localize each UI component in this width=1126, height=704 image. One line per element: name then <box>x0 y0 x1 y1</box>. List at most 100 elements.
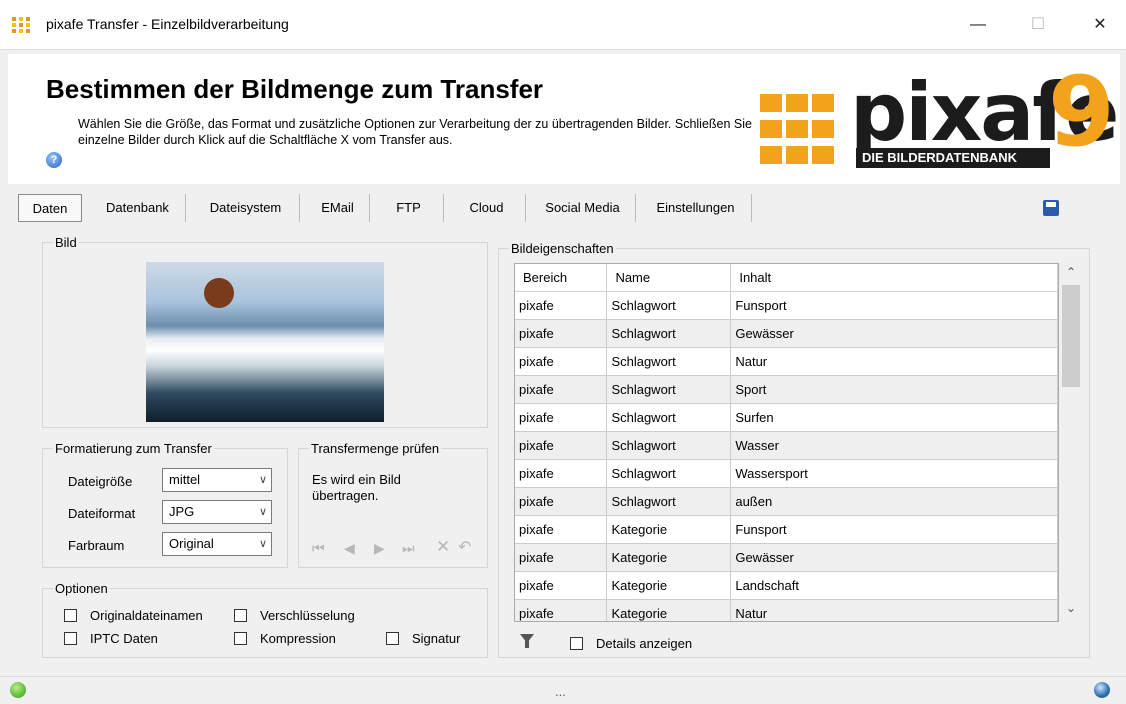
undo-icon[interactable]: ↶ <box>458 537 471 557</box>
kompression-checkbox[interactable] <box>234 632 247 645</box>
cell-inhalt: Wassersport <box>730 459 1058 488</box>
page-description: Wählen Sie die Größe, das Format und zus… <box>78 117 752 147</box>
dateigroesse-label: Dateigröße <box>68 474 133 489</box>
table-scrollbar[interactable]: ⌃ ⌄ <box>1059 263 1083 622</box>
column-header-name[interactable]: Name <box>606 264 732 292</box>
last-icon[interactable]: ⏭ <box>402 540 415 557</box>
table-row[interactable]: pixafe Kategorie Gewässer <box>515 543 1058 572</box>
dateigroesse-select[interactable]: mittel ∨ <box>162 468 272 492</box>
tab-dateisystem[interactable]: Dateisystem <box>192 194 300 222</box>
logo-squares-icon <box>760 94 860 164</box>
table-header-row: Bereich Name Inhalt <box>515 264 1058 292</box>
cell-inhalt: Sport <box>730 375 1058 404</box>
cell-bereich: pixafe <box>515 515 608 544</box>
tab-daten[interactable]: Daten <box>18 194 82 222</box>
page-title: Bestimmen der Bildmenge zum Transfer <box>46 74 544 104</box>
dateiformat-label: Dateiformat <box>68 506 136 521</box>
properties-table[interactable]: Bereich Name Inhalt pixafe Schlagwort Funs… <box>514 263 1059 622</box>
save-icon[interactable] <box>1043 200 1059 216</box>
maximize-button[interactable]: ☐ <box>1018 10 1058 40</box>
cell-inhalt: Funsport <box>730 291 1058 320</box>
column-header-bereich[interactable]: Bereich <box>515 264 608 292</box>
table-row[interactable]: pixafe Schlagwort außen <box>515 487 1058 516</box>
status-ok-icon <box>10 682 26 698</box>
status-text: ... <box>555 684 566 699</box>
scroll-thumb[interactable] <box>1062 285 1080 387</box>
farbraum-value: Original <box>169 536 214 551</box>
cell-name: Schlagwort <box>606 375 732 404</box>
table-row[interactable]: pixafe Kategorie Funsport <box>515 515 1058 544</box>
farbraum-select[interactable]: Original ∨ <box>162 532 272 556</box>
cell-bereich: pixafe <box>515 459 608 488</box>
cell-name: Schlagwort <box>606 347 732 376</box>
surfer-image <box>146 262 384 422</box>
cell-inhalt: außen <box>730 487 1058 516</box>
details-checkbox[interactable] <box>570 637 583 650</box>
cell-bereich: pixafe <box>515 571 608 600</box>
tab-einstellungen[interactable]: Einstellungen <box>640 194 752 222</box>
transfermenge-group-label: Transfermenge prüfen <box>309 441 442 456</box>
tab-cloud[interactable]: Cloud <box>448 194 526 222</box>
table-row[interactable]: pixafe Schlagwort Natur <box>515 347 1058 376</box>
surfer-figure <box>204 278 234 308</box>
tab-ftp[interactable]: FTP <box>374 194 444 222</box>
cell-name: Kategorie <box>606 543 732 572</box>
verschluesselung-label: Verschlüsselung <box>260 608 355 623</box>
pixafe-app-icon <box>12 17 32 33</box>
table-row[interactable]: pixafe Schlagwort Sport <box>515 375 1058 404</box>
tab-datenbank[interactable]: Datenbank <box>90 194 186 222</box>
cell-bereich: pixafe <box>515 291 608 320</box>
table-row[interactable]: pixafe Kategorie Natur <box>515 599 1058 621</box>
table-row[interactable]: pixafe Kategorie Landschaft <box>515 571 1058 600</box>
scroll-up-icon[interactable]: ⌃ <box>1059 265 1083 279</box>
cell-inhalt: Surfen <box>730 403 1058 432</box>
transfermenge-text: Es wird ein Bild übertragen. <box>312 472 401 503</box>
title-bar: pixafe Transfer - Einzelbildverarbeitung… <box>0 0 1126 50</box>
verschluesselung-checkbox[interactable] <box>234 609 247 622</box>
exclude-x-icon[interactable]: ✕ <box>436 537 450 557</box>
farbraum-label: Farbraum <box>68 538 125 553</box>
cell-name: Schlagwort <box>606 403 732 432</box>
cell-name: Kategorie <box>606 515 732 544</box>
cell-bereich: pixafe <box>515 543 608 572</box>
cell-inhalt: Gewässer <box>730 319 1058 348</box>
optionen-group: Optionen <box>42 581 488 658</box>
cell-name: Schlagwort <box>606 431 732 460</box>
window-title: pixafe Transfer - Einzelbildverarbeitung <box>46 16 289 32</box>
details-label: Details anzeigen <box>596 636 693 651</box>
tab-email[interactable]: EMail <box>306 194 370 222</box>
table-row[interactable]: pixafe Schlagwort Wasser <box>515 431 1058 460</box>
kompression-label: Kompression <box>260 631 336 646</box>
table-row[interactable]: pixafe Schlagwort Surfen <box>515 403 1058 432</box>
next-icon[interactable]: ▶ <box>374 540 385 557</box>
cell-bereich: pixafe <box>515 403 608 432</box>
previous-icon[interactable]: ◀ <box>344 540 355 557</box>
bildeigenschaften-group-label: Bildeigenschaften <box>509 241 616 256</box>
iptc-checkbox[interactable] <box>64 632 77 645</box>
filter-icon[interactable] <box>520 634 534 648</box>
column-header-inhalt[interactable]: Inhalt <box>730 264 1058 292</box>
signatur-checkbox[interactable] <box>386 632 399 645</box>
cell-inhalt: Natur <box>730 347 1058 376</box>
help-icon[interactable]: ? <box>46 152 62 168</box>
cell-bereich: pixafe <box>515 487 608 516</box>
table-row[interactable]: pixafe Schlagwort Funsport <box>515 291 1058 320</box>
cell-inhalt: Wasser <box>730 431 1058 460</box>
cell-bereich: pixafe <box>515 319 608 348</box>
cell-name: Schlagwort <box>606 319 732 348</box>
pixafe-logo: pixafe 9 DIE BILDERDATENBANK <box>760 62 1119 172</box>
close-button[interactable]: ✕ <box>1080 10 1120 40</box>
dateiformat-select[interactable]: JPG ∨ <box>162 500 272 524</box>
table-row[interactable]: pixafe Schlagwort Wassersport <box>515 459 1058 488</box>
cell-inhalt: Natur <box>730 599 1058 621</box>
first-icon[interactable]: ⏮ <box>312 540 325 557</box>
cell-name: Schlagwort <box>606 487 732 516</box>
scroll-down-icon[interactable]: ⌄ <box>1059 601 1083 615</box>
chevron-down-icon: ∨ <box>258 474 267 486</box>
minimize-button[interactable]: — <box>958 10 998 40</box>
originaldateinamen-checkbox[interactable] <box>64 609 77 622</box>
globe-icon <box>1094 682 1110 698</box>
bild-group-label: Bild <box>53 235 79 250</box>
tab-social-media[interactable]: Social Media <box>530 194 636 222</box>
table-row[interactable]: pixafe Schlagwort Gewässer <box>515 319 1058 348</box>
